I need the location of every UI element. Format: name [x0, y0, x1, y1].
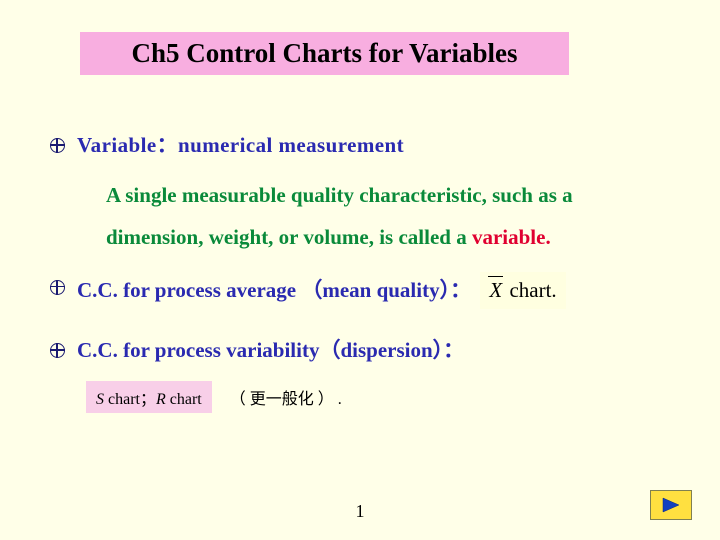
- bullet-list: Variable：numerical measurement A single …: [50, 130, 670, 413]
- sub-line-2a: dimension, weight, or volume, is called …: [106, 225, 472, 249]
- mean-text: C.C. for process average （mean quality）：: [77, 278, 471, 302]
- sr-chart-box: S chart；R chart: [86, 381, 212, 413]
- page-number: 1: [0, 501, 720, 522]
- colon: ：: [157, 133, 178, 157]
- dispersion-text: C.C. for process variability（dispersion）…: [77, 335, 464, 367]
- variable-keyword: variable.: [472, 225, 551, 249]
- xbar-suffix: chart.: [504, 278, 556, 302]
- bullet-icon: [50, 280, 65, 295]
- bullet-icon: [50, 343, 65, 358]
- bullet-icon: [50, 138, 65, 153]
- next-button[interactable]: [650, 490, 692, 520]
- xbar-chart-box: X chart.: [480, 272, 565, 310]
- play-icon: [661, 497, 681, 513]
- s-letter: S: [96, 391, 104, 408]
- bullet-text: C.C. for process average （mean quality）：…: [77, 272, 566, 310]
- annotation: （ 更一般化 ） .: [230, 391, 342, 408]
- bullet-text: Variable：numerical measurement: [77, 130, 404, 162]
- bullet-item-dispersion: C.C. for process variability（dispersion）…: [50, 335, 670, 367]
- xbar-symbol: X: [487, 275, 504, 307]
- page-number-value: 1: [356, 501, 365, 521]
- sub-definition: A single measurable quality characterist…: [106, 174, 670, 258]
- sr-mid: chart；: [104, 391, 156, 408]
- sr-end: chart: [166, 391, 202, 408]
- variable-desc: numerical measurement: [178, 133, 404, 157]
- bullet-item-variable: Variable：numerical measurement: [50, 130, 670, 162]
- slide-title: Ch5 Control Charts for Variables: [80, 32, 569, 75]
- r-letter: R: [156, 391, 166, 408]
- bullet-item-mean: C.C. for process average （mean quality）：…: [50, 272, 670, 310]
- title-text: Ch5 Control Charts for Variables: [131, 38, 517, 68]
- sub-line-1: A single measurable quality characterist…: [106, 183, 573, 207]
- annot-text: （ 更一般化 ）: [230, 391, 334, 408]
- sr-chart-line: S chart；R chart （ 更一般化 ） .: [50, 381, 670, 413]
- annot-dot: .: [338, 391, 342, 408]
- variable-word: Variable: [77, 133, 157, 157]
